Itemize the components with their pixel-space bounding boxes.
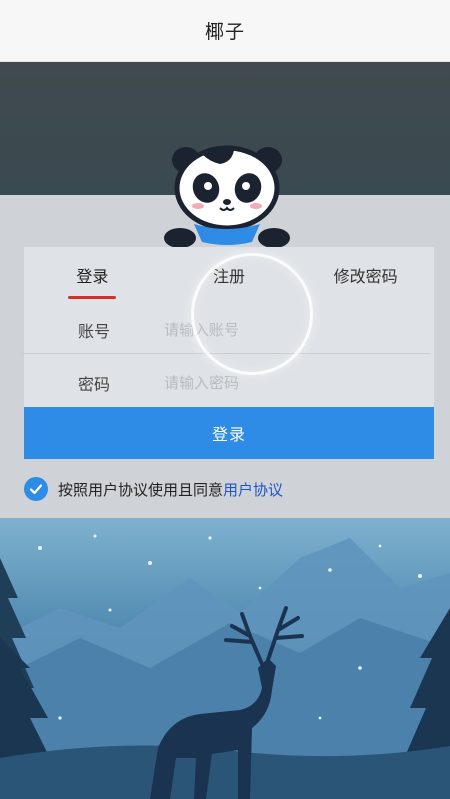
password-input[interactable] [164,373,434,392]
tab-change-password[interactable]: 修改密码 [297,247,434,303]
agreement-row: 按照用户协议使用且同意 用户协议 [24,476,283,502]
tab-login-label: 登录 [76,267,109,286]
agreement-checkbox[interactable] [24,477,48,501]
tab-register[interactable]: 注册 [161,247,298,303]
tab-register-label: 注册 [213,267,246,286]
agreement-text: 按照用户协议使用且同意 [58,480,224,499]
deer-silhouette-icon [0,534,450,799]
auth-tabs: 登录 注册 修改密码 [24,247,434,303]
account-row: 账号 [24,303,434,356]
active-tab-indicator [68,296,116,299]
account-input[interactable] [164,320,434,339]
tab-login[interactable]: 登录 [24,247,161,303]
background-illustration [0,518,450,799]
password-label: 密码 [77,374,110,394]
page-title: 椰子 [204,21,245,43]
account-label: 账号 [77,321,110,341]
field-divider [20,353,430,354]
panda-mascot-icon [164,145,290,248]
login-button[interactable]: 登录 [24,407,434,459]
tab-change-password-label: 修改密码 [333,267,398,286]
checkmark-icon [29,484,43,495]
password-row: 密码 [24,356,434,409]
title-bar: 椰子 [0,0,450,62]
user-agreement-link[interactable]: 用户协议 [223,479,283,500]
